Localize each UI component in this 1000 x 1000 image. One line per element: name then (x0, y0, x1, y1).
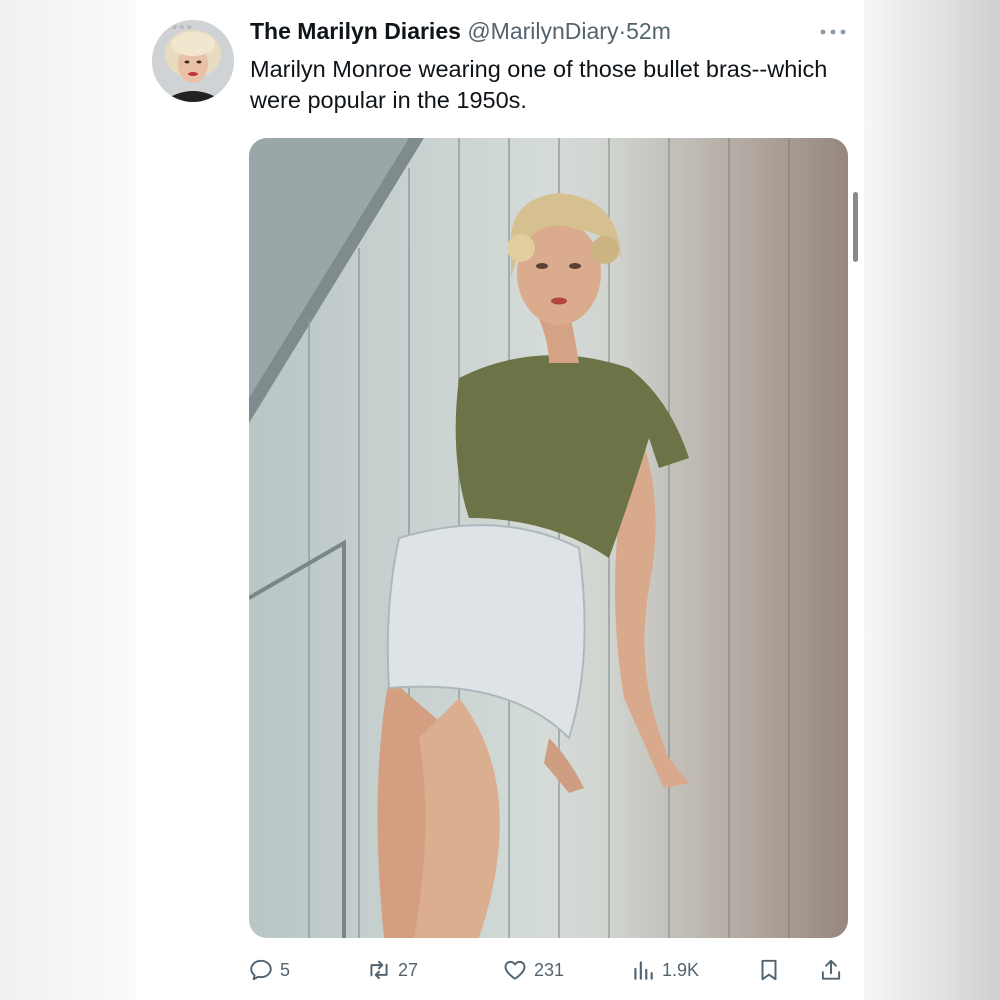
more-horizontal-icon[interactable] (815, 24, 851, 40)
tweet-media-photo[interactable] (249, 138, 848, 938)
user-handle[interactable]: @MarilynDiary (467, 18, 618, 44)
share-button[interactable] (818, 950, 844, 990)
tweet-header: The Marilyn Diaries @MarilynDiary·52m (250, 14, 671, 48)
tweet-actions-bar: 5 27 231 1.9K (248, 950, 848, 990)
views-chart-icon (634, 961, 653, 980)
photo-woman-leaning-on-wood-wall-icon (249, 138, 848, 938)
retweet-count: 27 (398, 959, 419, 980)
retweet-icon (370, 960, 388, 980)
reply-button[interactable]: 5 (248, 950, 290, 990)
retweet-button[interactable]: 27 (366, 950, 418, 990)
views-button[interactable]: 1.9K (630, 950, 699, 990)
svg-text:☆ ☆ ☆: ☆ ☆ ☆ (172, 24, 192, 31)
screenshot-page: ☆ ☆ ☆ The Marilyn Diaries @MarilynDiary·… (0, 0, 1000, 1000)
tweet-text: Marilyn Monroe wearing one of those bull… (250, 56, 828, 113)
share-icon (821, 959, 841, 980)
avatar[interactable]: ☆ ☆ ☆ (152, 20, 234, 102)
views-count: 1.9K (662, 959, 700, 980)
reply-count: 5 (280, 959, 291, 980)
profile-photo-icon: ☆ ☆ ☆ (152, 20, 234, 102)
scrollbar-thumb[interactable] (853, 192, 858, 262)
like-button[interactable]: 231 (502, 950, 564, 990)
heart-icon (504, 960, 526, 980)
bookmark-icon (761, 959, 777, 981)
tweet-time[interactable]: 52m (626, 18, 671, 44)
bookmark-button[interactable] (756, 950, 782, 990)
reply-icon (250, 959, 272, 981)
like-count: 231 (534, 959, 565, 980)
display-name[interactable]: The Marilyn Diaries (250, 18, 461, 44)
left-backdrop (0, 0, 136, 1000)
header-separator: · (618, 18, 627, 44)
right-backdrop (864, 0, 1000, 1000)
